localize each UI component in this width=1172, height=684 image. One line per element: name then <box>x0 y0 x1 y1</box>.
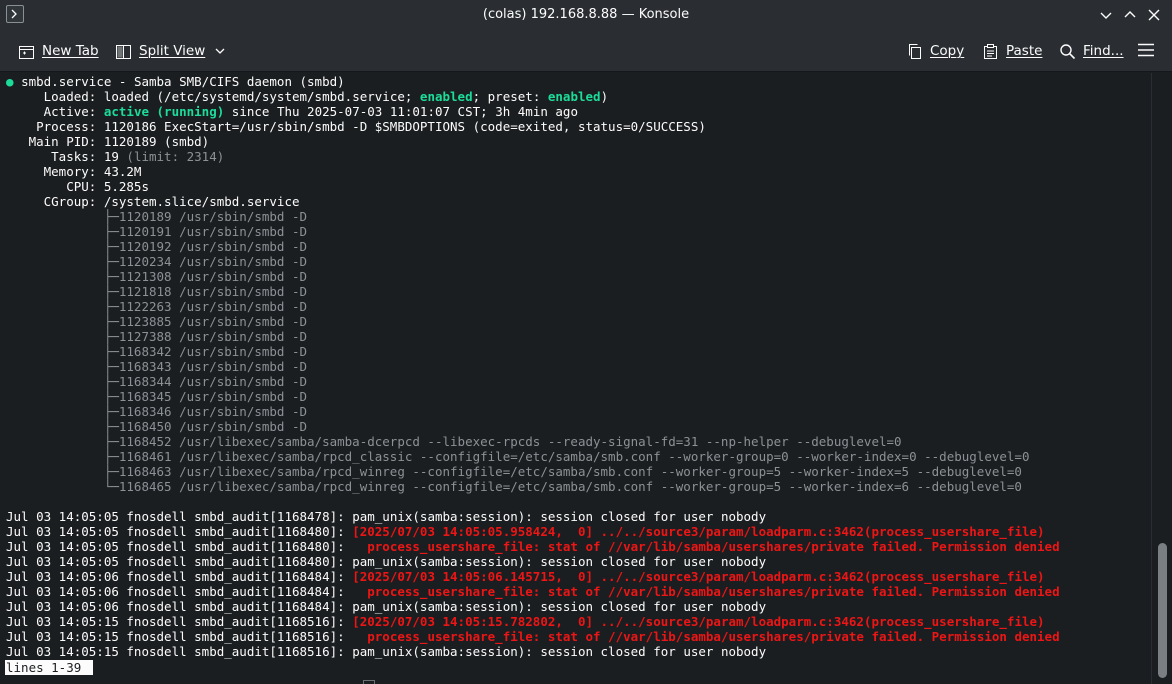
copy-icon <box>909 43 921 59</box>
process-line: Process: 1120186 ExecStart=/usr/sbin/smb… <box>6 119 706 134</box>
copy-label: Copy <box>930 43 965 59</box>
cgroup-tree-line: ├─1120234 /usr/sbin/smbd -D <box>6 254 308 269</box>
service-header-line: ● smbd.service - Samba SMB/CIFS daemon (… <box>6 74 1060 89</box>
log-prefix: Jul 03 14:05:05 fnosdell smbd_audit[1168… <box>6 509 353 524</box>
memory-line: Memory: 43.2M <box>6 164 142 179</box>
log-line: Jul 03 14:05:05 fnosdell smbd_audit[1168… <box>6 539 1060 554</box>
title-bar: (colas) 192.168.8.88 — Konsole <box>0 0 1172 30</box>
resize-handle[interactable] <box>363 680 375 684</box>
scrollbar-thumb[interactable] <box>1158 543 1167 678</box>
cgroup-line: CGroup: /system.slice/smbd.service <box>6 194 300 209</box>
log-prefix: Jul 03 14:05:15 fnosdell smbd_audit[1168… <box>6 614 353 629</box>
log-prefix: Jul 03 14:05:06 fnosdell smbd_audit[1168… <box>6 599 353 614</box>
find-label: Find... <box>1083 43 1124 59</box>
log-line: Jul 03 14:05:05 fnosdell smbd_audit[1168… <box>6 524 1060 539</box>
log-prefix: Jul 03 14:05:05 fnosdell smbd_audit[1168… <box>6 554 353 569</box>
log-error-message: process_usershare_file: stat of //var/li… <box>352 629 1060 644</box>
new-tab-button[interactable]: New Tab <box>18 39 99 63</box>
terminal-view[interactable]: ● smbd.service - Samba SMB/CIFS daemon (… <box>0 73 1151 684</box>
new-tab-icon <box>19 45 34 59</box>
log-prefix: Jul 03 14:05:05 fnosdell smbd_audit[1168… <box>6 539 353 554</box>
status-dot-icon: ● <box>6 74 14 89</box>
paste-icon <box>984 43 997 59</box>
hamburger-menu-icon[interactable] <box>1137 42 1155 58</box>
cgroup-tree-line: ├─1168452 /usr/libexec/samba/samba-dcerp… <box>6 434 902 449</box>
cgroup-tree-line: ├─1120191 /usr/sbin/smbd -D <box>6 224 308 239</box>
cpu-line: CPU: 5.285s <box>6 179 149 194</box>
log-message: pam_unix(samba:session): session closed … <box>352 509 767 524</box>
log-error-message: process_usershare_file: stat of //var/li… <box>352 584 1060 599</box>
active-key: Active: <box>6 104 104 119</box>
log-line: Jul 03 14:05:06 fnosdell smbd_audit[1168… <box>6 569 1060 584</box>
log-message: pam_unix(samba:session): session closed … <box>352 554 767 569</box>
window-title: (colas) 192.168.8.88 — Konsole <box>482 7 690 22</box>
loaded-key: Loaded: <box>6 89 104 104</box>
cgroup-tree-line: ├─1168345 /usr/sbin/smbd -D <box>6 389 308 404</box>
split-view-icon <box>116 44 131 59</box>
log-prefix: Jul 03 14:05:15 fnosdell smbd_audit[1168… <box>6 644 353 659</box>
service-header: smbd.service - Samba SMB/CIFS daemon (sm… <box>21 74 345 89</box>
cgroup-tree-line: ├─1127388 /usr/sbin/smbd -D <box>6 329 308 344</box>
log-line: Jul 03 14:05:05 fnosdell smbd_audit[1168… <box>6 554 1060 569</box>
split-view-button[interactable]: Split View <box>115 39 226 63</box>
split-view-label: Split View <box>139 43 206 59</box>
cgroup-tree-line: ├─1120189 /usr/sbin/smbd -D <box>6 209 308 224</box>
tasks-limit: (limit: 2314) <box>126 149 225 164</box>
cgroup-tree-line: ├─1121818 /usr/sbin/smbd -D <box>6 284 308 299</box>
cgroup-tree-line: ├─1168342 /usr/sbin/smbd -D <box>6 344 308 359</box>
loaded-close: ) <box>600 89 609 104</box>
cgroup-tree-line: ├─1168346 /usr/sbin/smbd -D <box>6 404 308 419</box>
loaded-enabled: enabled <box>419 89 473 104</box>
loaded-preset-key: ; preset: <box>472 89 548 104</box>
tasks-line: Tasks: 19 (limit: 2314) <box>6 149 1060 164</box>
chevron-up-icon[interactable] <box>1120 5 1140 25</box>
cgroup-tree-line: ├─1123885 /usr/sbin/smbd -D <box>6 314 308 329</box>
log-prefix: Jul 03 14:05:06 fnosdell smbd_audit[1168… <box>6 584 353 599</box>
pager-status: lines 1-39 <box>5 660 93 675</box>
log-prefix: Jul 03 14:05:06 fnosdell smbd_audit[1168… <box>6 569 353 584</box>
active-since: since Thu 2025-07-03 11:01:07 CST; 3h 4m… <box>224 104 578 119</box>
toolbar: New Tab Split View Copy Paste Find... <box>0 30 1172 72</box>
log-message: pam_unix(samba:session): session closed … <box>352 644 767 659</box>
cgroup-tree-line: ├─1168461 /usr/libexec/samba/rpcd_classi… <box>6 449 1030 464</box>
tasks-value: Tasks: 19 <box>6 149 127 164</box>
log-line: Jul 03 14:05:15 fnosdell smbd_audit[1168… <box>6 644 1060 659</box>
copy-button[interactable]: Copy <box>906 39 964 63</box>
log-line: Jul 03 14:05:05 fnosdell smbd_audit[1168… <box>6 509 1060 524</box>
loaded-text: loaded (/etc/systemd/system/smbd.service… <box>103 89 420 104</box>
cgroup-tree-line: ├─1168344 /usr/sbin/smbd -D <box>6 374 308 389</box>
new-tab-label: New Tab <box>42 43 99 59</box>
log-line: Jul 03 14:05:15 fnosdell smbd_audit[1168… <box>6 614 1060 629</box>
paste-label: Paste <box>1006 43 1043 59</box>
loaded-preset: enabled <box>547 89 601 104</box>
cgroup-tree-line: ├─1121308 /usr/sbin/smbd -D <box>6 269 308 284</box>
main-pid-line: Main PID: 1120189 (smbd) <box>6 134 210 149</box>
close-icon[interactable] <box>1144 5 1164 25</box>
log-line: Jul 03 14:05:06 fnosdell smbd_audit[1168… <box>6 584 1060 599</box>
loaded-line: Loaded: loaded (/etc/systemd/system/smbd… <box>6 89 1060 104</box>
log-prefix: Jul 03 14:05:05 fnosdell smbd_audit[1168… <box>6 524 353 539</box>
log-prefix: Jul 03 14:05:15 fnosdell smbd_audit[1168… <box>6 629 353 644</box>
chevron-down-icon[interactable] <box>1096 5 1116 25</box>
log-error-message: [2025/07/03 14:05:05.958424, 0] ../../so… <box>352 524 1045 539</box>
cgroup-tree-line: ├─1122263 /usr/sbin/smbd -D <box>6 299 308 314</box>
search-icon <box>1060 43 1076 59</box>
cgroup-tree-line: ├─1168450 /usr/sbin/smbd -D <box>6 419 308 434</box>
active-line: Active: active (running) since Thu 2025-… <box>6 104 1060 119</box>
find-button[interactable]: Find... <box>1059 39 1124 63</box>
vertical-scrollbar[interactable] <box>1151 73 1172 684</box>
cgroup-tree-line: ├─1120192 /usr/sbin/smbd -D <box>6 239 308 254</box>
cgroup-tree-line: └─1168465 /usr/libexec/samba/rpcd_winreg… <box>6 479 1022 494</box>
paste-button[interactable]: Paste <box>982 39 1042 63</box>
log-error-message: [2025/07/03 14:05:15.782802, 0] ../../so… <box>352 614 1045 629</box>
log-line: Jul 03 14:05:06 fnosdell smbd_audit[1168… <box>6 599 1060 614</box>
chevron-down-icon <box>215 48 225 54</box>
cgroup-tree-line: ├─1168463 /usr/libexec/samba/rpcd_winreg… <box>6 464 1022 479</box>
cgroup-tree-line: ├─1168343 /usr/sbin/smbd -D <box>6 359 308 374</box>
log-line: Jul 03 14:05:15 fnosdell smbd_audit[1168… <box>6 629 1060 644</box>
log-error-message: [2025/07/03 14:05:06.145715, 0] ../../so… <box>352 569 1045 584</box>
active-state: active (running) <box>103 104 225 119</box>
log-error-message: process_usershare_file: stat of //var/li… <box>352 539 1060 554</box>
log-message: pam_unix(samba:session): session closed … <box>352 599 767 614</box>
